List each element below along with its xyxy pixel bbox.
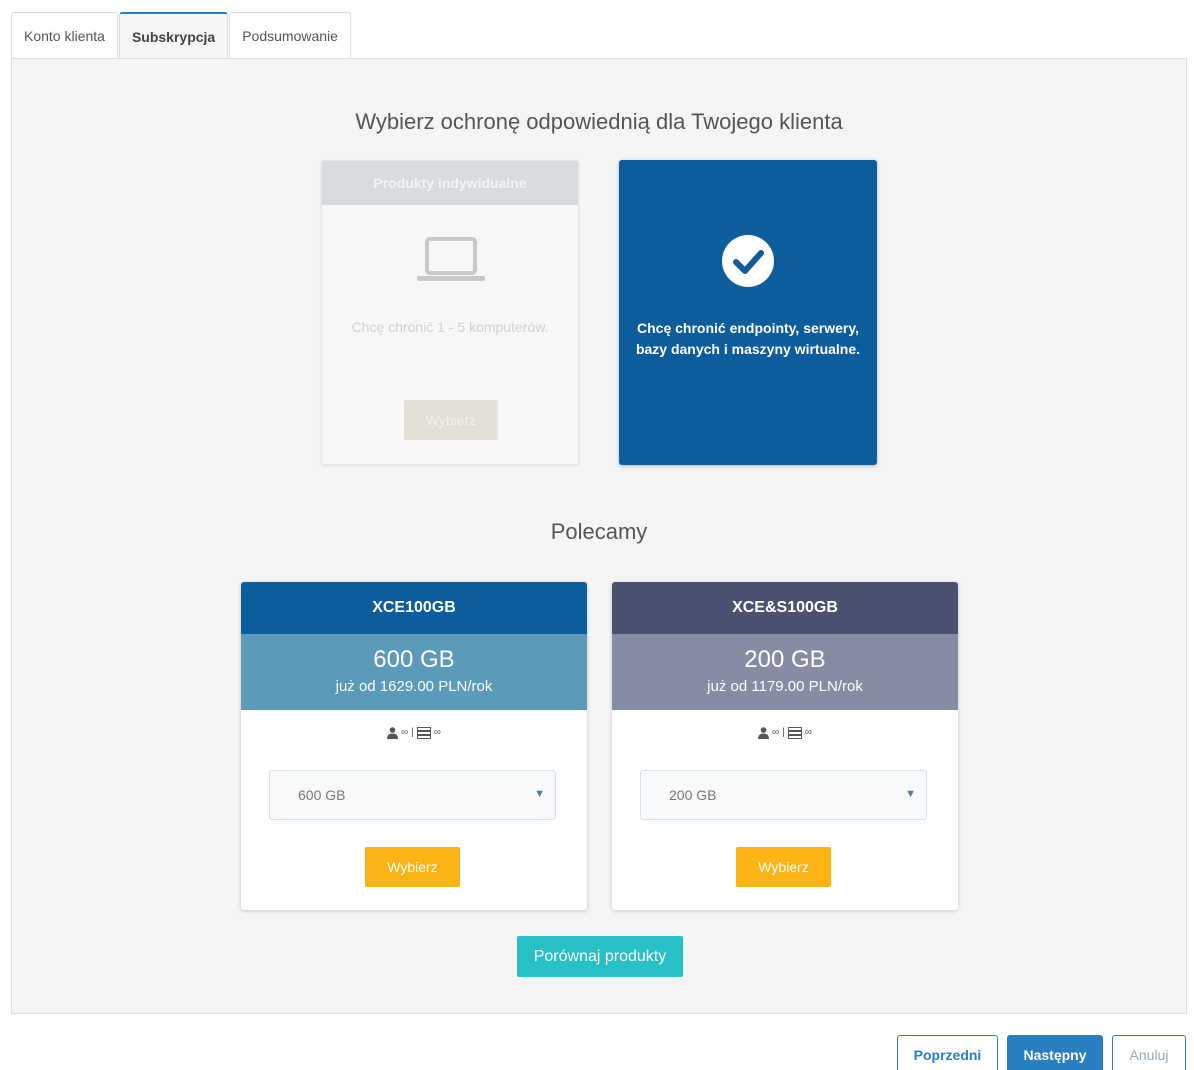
tab-podsumowanie[interactable]: Podsumowanie <box>229 12 351 59</box>
subscription-panel: Wybierz ochronę odpowiednią dla Twojego … <box>11 58 1187 1014</box>
select-product-button[interactable]: Wybierz <box>736 847 831 887</box>
tab-subskrypcja[interactable]: Subskrypcja <box>118 12 229 60</box>
storage-select[interactable]: 600 GB ▼ <box>269 770 556 820</box>
recommended-heading: Polecamy <box>550 519 648 544</box>
individual-products-card[interactable]: Produkty indywidualne Chcę chronić 1 - 5… <box>321 160 579 465</box>
product-card-xce100gb: XCE100GB 600 GB już od 1629.00 PLN/rok ∞… <box>241 582 587 910</box>
limits-separator: | <box>411 727 414 738</box>
product-size-band: 600 GB już od 1629.00 PLN/rok <box>241 634 587 710</box>
product-size: 600 GB <box>373 646 455 673</box>
product-limits: ∞ | ∞ <box>241 710 587 755</box>
individual-products-title: Produkty indywidualne <box>322 161 578 205</box>
tab-bar: Konto klienta Subskrypcja Podsumowanie <box>11 12 352 60</box>
storage-select-value: 600 GB <box>298 787 346 803</box>
storage-select-value: 200 GB <box>669 787 717 803</box>
product-name: XCE100GB <box>241 582 587 634</box>
page-heading: Wybierz ochronę odpowiednią dla Twojego … <box>355 109 843 134</box>
laptop-icon <box>417 237 485 281</box>
enterprise-products-card[interactable]: Chcę chronić endpointy, serwery, bazy da… <box>619 160 877 465</box>
servers-limit: ∞ <box>804 727 812 738</box>
product-size-band: 200 GB już od 1179.00 PLN/rok <box>612 634 958 710</box>
product-size: 200 GB <box>744 646 826 673</box>
limits-separator: | <box>782 727 785 738</box>
next-button[interactable]: Następny <box>1007 1035 1103 1070</box>
check-circle-icon <box>722 235 774 287</box>
chevron-down-icon: ▼ <box>534 788 545 800</box>
chevron-down-icon: ▼ <box>905 788 916 800</box>
tab-konto-klienta[interactable]: Konto klienta <box>11 12 118 59</box>
user-icon <box>387 726 399 739</box>
product-limits: ∞ | ∞ <box>612 710 958 755</box>
enterprise-products-text: Chcę chronić endpointy, serwery, bazy da… <box>635 320 861 357</box>
product-price: już od 1179.00 PLN/rok <box>707 678 863 695</box>
user-icon <box>758 726 770 739</box>
select-product-button[interactable]: Wybierz <box>365 847 460 887</box>
individual-products-text: Chcę chronić 1 - 5 komputerów. <box>351 319 549 335</box>
product-name: XCE&S100GB <box>612 582 958 634</box>
storage-select[interactable]: 200 GB ▼ <box>640 770 927 820</box>
individual-select-button[interactable]: Wybierz <box>404 400 498 440</box>
users-limit: ∞ <box>401 727 409 738</box>
users-limit: ∞ <box>772 727 780 738</box>
server-icon <box>787 726 802 739</box>
servers-limit: ∞ <box>433 727 441 738</box>
compare-products-button[interactable]: Porównaj produkty <box>517 936 683 977</box>
previous-button[interactable]: Poprzedni <box>897 1035 998 1070</box>
server-icon <box>416 726 431 739</box>
product-card-xces100gb: XCE&S100GB 200 GB już od 1179.00 PLN/rok… <box>612 582 958 910</box>
cancel-button[interactable]: Anuluj <box>1112 1035 1186 1070</box>
product-price: już od 1629.00 PLN/rok <box>335 678 493 695</box>
